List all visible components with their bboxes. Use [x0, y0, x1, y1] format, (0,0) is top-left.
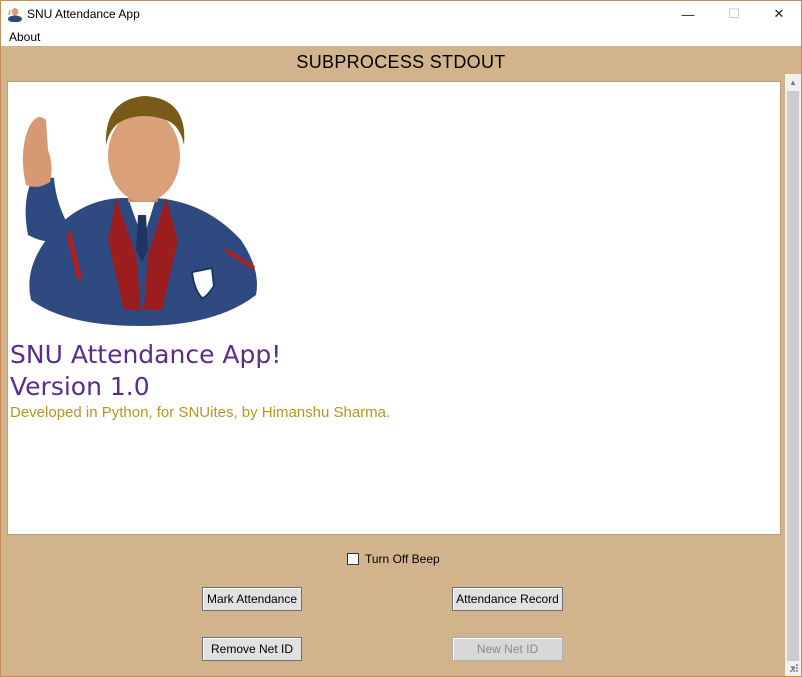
menu-about[interactable]: About [9, 30, 40, 44]
beep-checkbox[interactable] [347, 553, 359, 565]
scroll-up-icon[interactable]: ▲ [785, 74, 801, 90]
remove-net-id-button[interactable]: Remove Net ID [202, 637, 302, 661]
stdout-heading: SUBPROCESS STDOUT [296, 52, 506, 72]
vertical-scrollbar[interactable]: ▲ ▼ [785, 74, 801, 676]
mark-attendance-button[interactable]: Mark Attendance [202, 587, 302, 611]
scroll-thumb[interactable] [787, 91, 799, 661]
close-icon: ✕ [773, 6, 785, 21]
maximize-icon: ☐ [728, 6, 740, 21]
app-name-text: SNU Attendance App! [10, 340, 282, 369]
app-window: SNU Attendance App — ☐ ✕ About SUBPROCES… [0, 0, 802, 677]
client-area: SUBPROCESS STDOUT SNU Attendance App! Ve… [1, 46, 801, 676]
app-credit-text: Developed in Python, for SNUites, by Him… [10, 404, 391, 421]
app-icon [8, 8, 22, 22]
title-bar[interactable]: SNU Attendance App — ☐ ✕ [1, 1, 801, 27]
window-title: SNU Attendance App [27, 7, 140, 21]
app-version-text: Version 1.0 [10, 372, 150, 401]
attendance-record-button[interactable]: Attendance Record [452, 587, 563, 611]
avatar-icon [22, 96, 257, 326]
maximize-button[interactable]: ☐ [711, 1, 757, 27]
resize-grip-icon[interactable] [787, 663, 799, 675]
close-button[interactable]: ✕ [756, 1, 802, 27]
stdout-textbox[interactable]: SNU Attendance App! Version 1.0 Develope… [7, 81, 781, 535]
beep-label: Turn Off Beep [365, 552, 440, 566]
minimize-button[interactable]: — [665, 1, 711, 27]
minimize-icon: — [681, 6, 695, 22]
new-net-id-button[interactable]: New Net ID [452, 637, 563, 661]
beep-option[interactable]: Turn Off Beep [347, 552, 440, 566]
menu-bar: About [1, 27, 801, 46]
